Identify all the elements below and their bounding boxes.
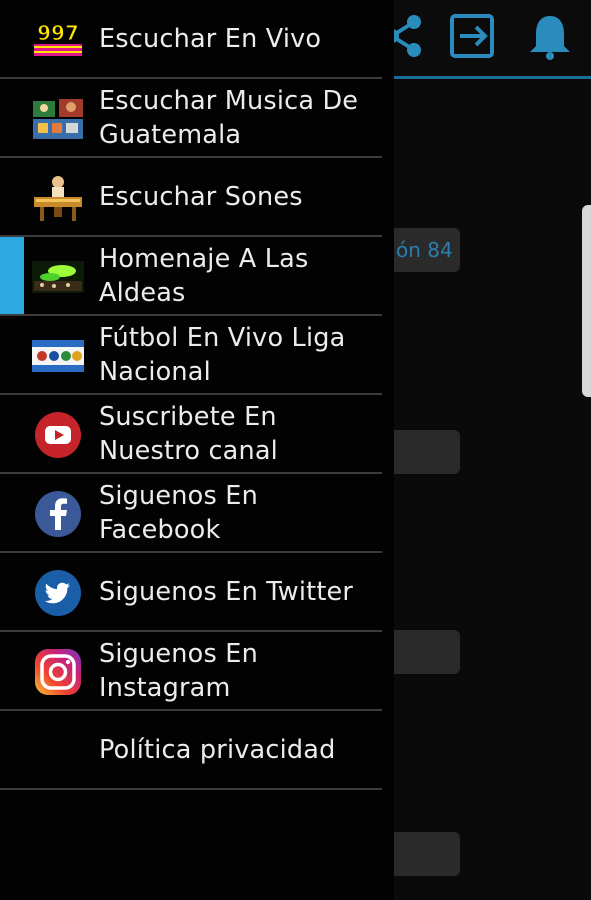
youtube-icon [32,409,84,461]
menu-item-label: Escuchar Sones [99,181,303,212]
radio-997-logo-icon: 997 [32,14,84,66]
svg-text:997: 997 [37,21,79,45]
menu-item-label: Política privacidad [99,734,336,765]
menu-item-escuchar-sones[interactable]: Escuchar Sones [0,158,394,237]
menu-item-politica-privacidad[interactable]: Política privacidad [0,711,394,790]
active-indicator [0,237,24,316]
bell-icon[interactable] [526,12,574,60]
guatemala-music-icon [32,93,84,145]
menu-item-futbol-liga[interactable]: Fútbol En Vivo Liga Nacional [0,316,394,395]
twitter-icon [32,567,84,619]
menu-item-label: Siguenos En Instagram [99,638,258,703]
menu-item-musica-guatemala[interactable]: Escuchar Musica De Guatemala [0,79,394,158]
menu-item-instagram[interactable]: Siguenos En Instagram [0,632,394,711]
navigation-drawer: 997 Escuchar En Vivo Escuchar Musica De … [0,0,394,900]
menu-item-facebook[interactable]: Siguenos En Facebook [0,474,394,553]
instagram-icon [32,646,84,698]
divider [0,788,382,790]
menu-item-homenaje-aldeas[interactable]: Homenaje A Las Aldeas [0,237,394,316]
exit-icon[interactable] [448,12,496,60]
menu-item-twitter[interactable]: Siguenos En Twitter [0,553,394,632]
menu-item-label: Escuchar Musica De Guatemala [99,85,359,150]
menu-item-label: Fútbol En Vivo Liga Nacional [99,322,346,387]
scrollbar[interactable] [582,205,591,397]
village-tribute-icon [32,251,84,303]
football-league-icon [32,330,84,382]
menu-item-label: Homenaje A Las Aldeas [99,243,309,308]
marimba-player-icon [32,172,84,224]
menu-item-label: Siguenos En Facebook [99,480,258,545]
menu-item-label: Suscribete En Nuestro canal [99,401,278,466]
facebook-icon [32,488,84,540]
background-card-text: ón 84 [396,238,453,262]
menu-item-escuchar-en-vivo[interactable]: 997 Escuchar En Vivo [0,0,394,79]
menu-item-youtube[interactable]: Suscribete En Nuestro canal [0,395,394,474]
menu-item-label: Siguenos En Twitter [99,576,354,607]
menu-item-label: Escuchar En Vivo [99,23,322,54]
